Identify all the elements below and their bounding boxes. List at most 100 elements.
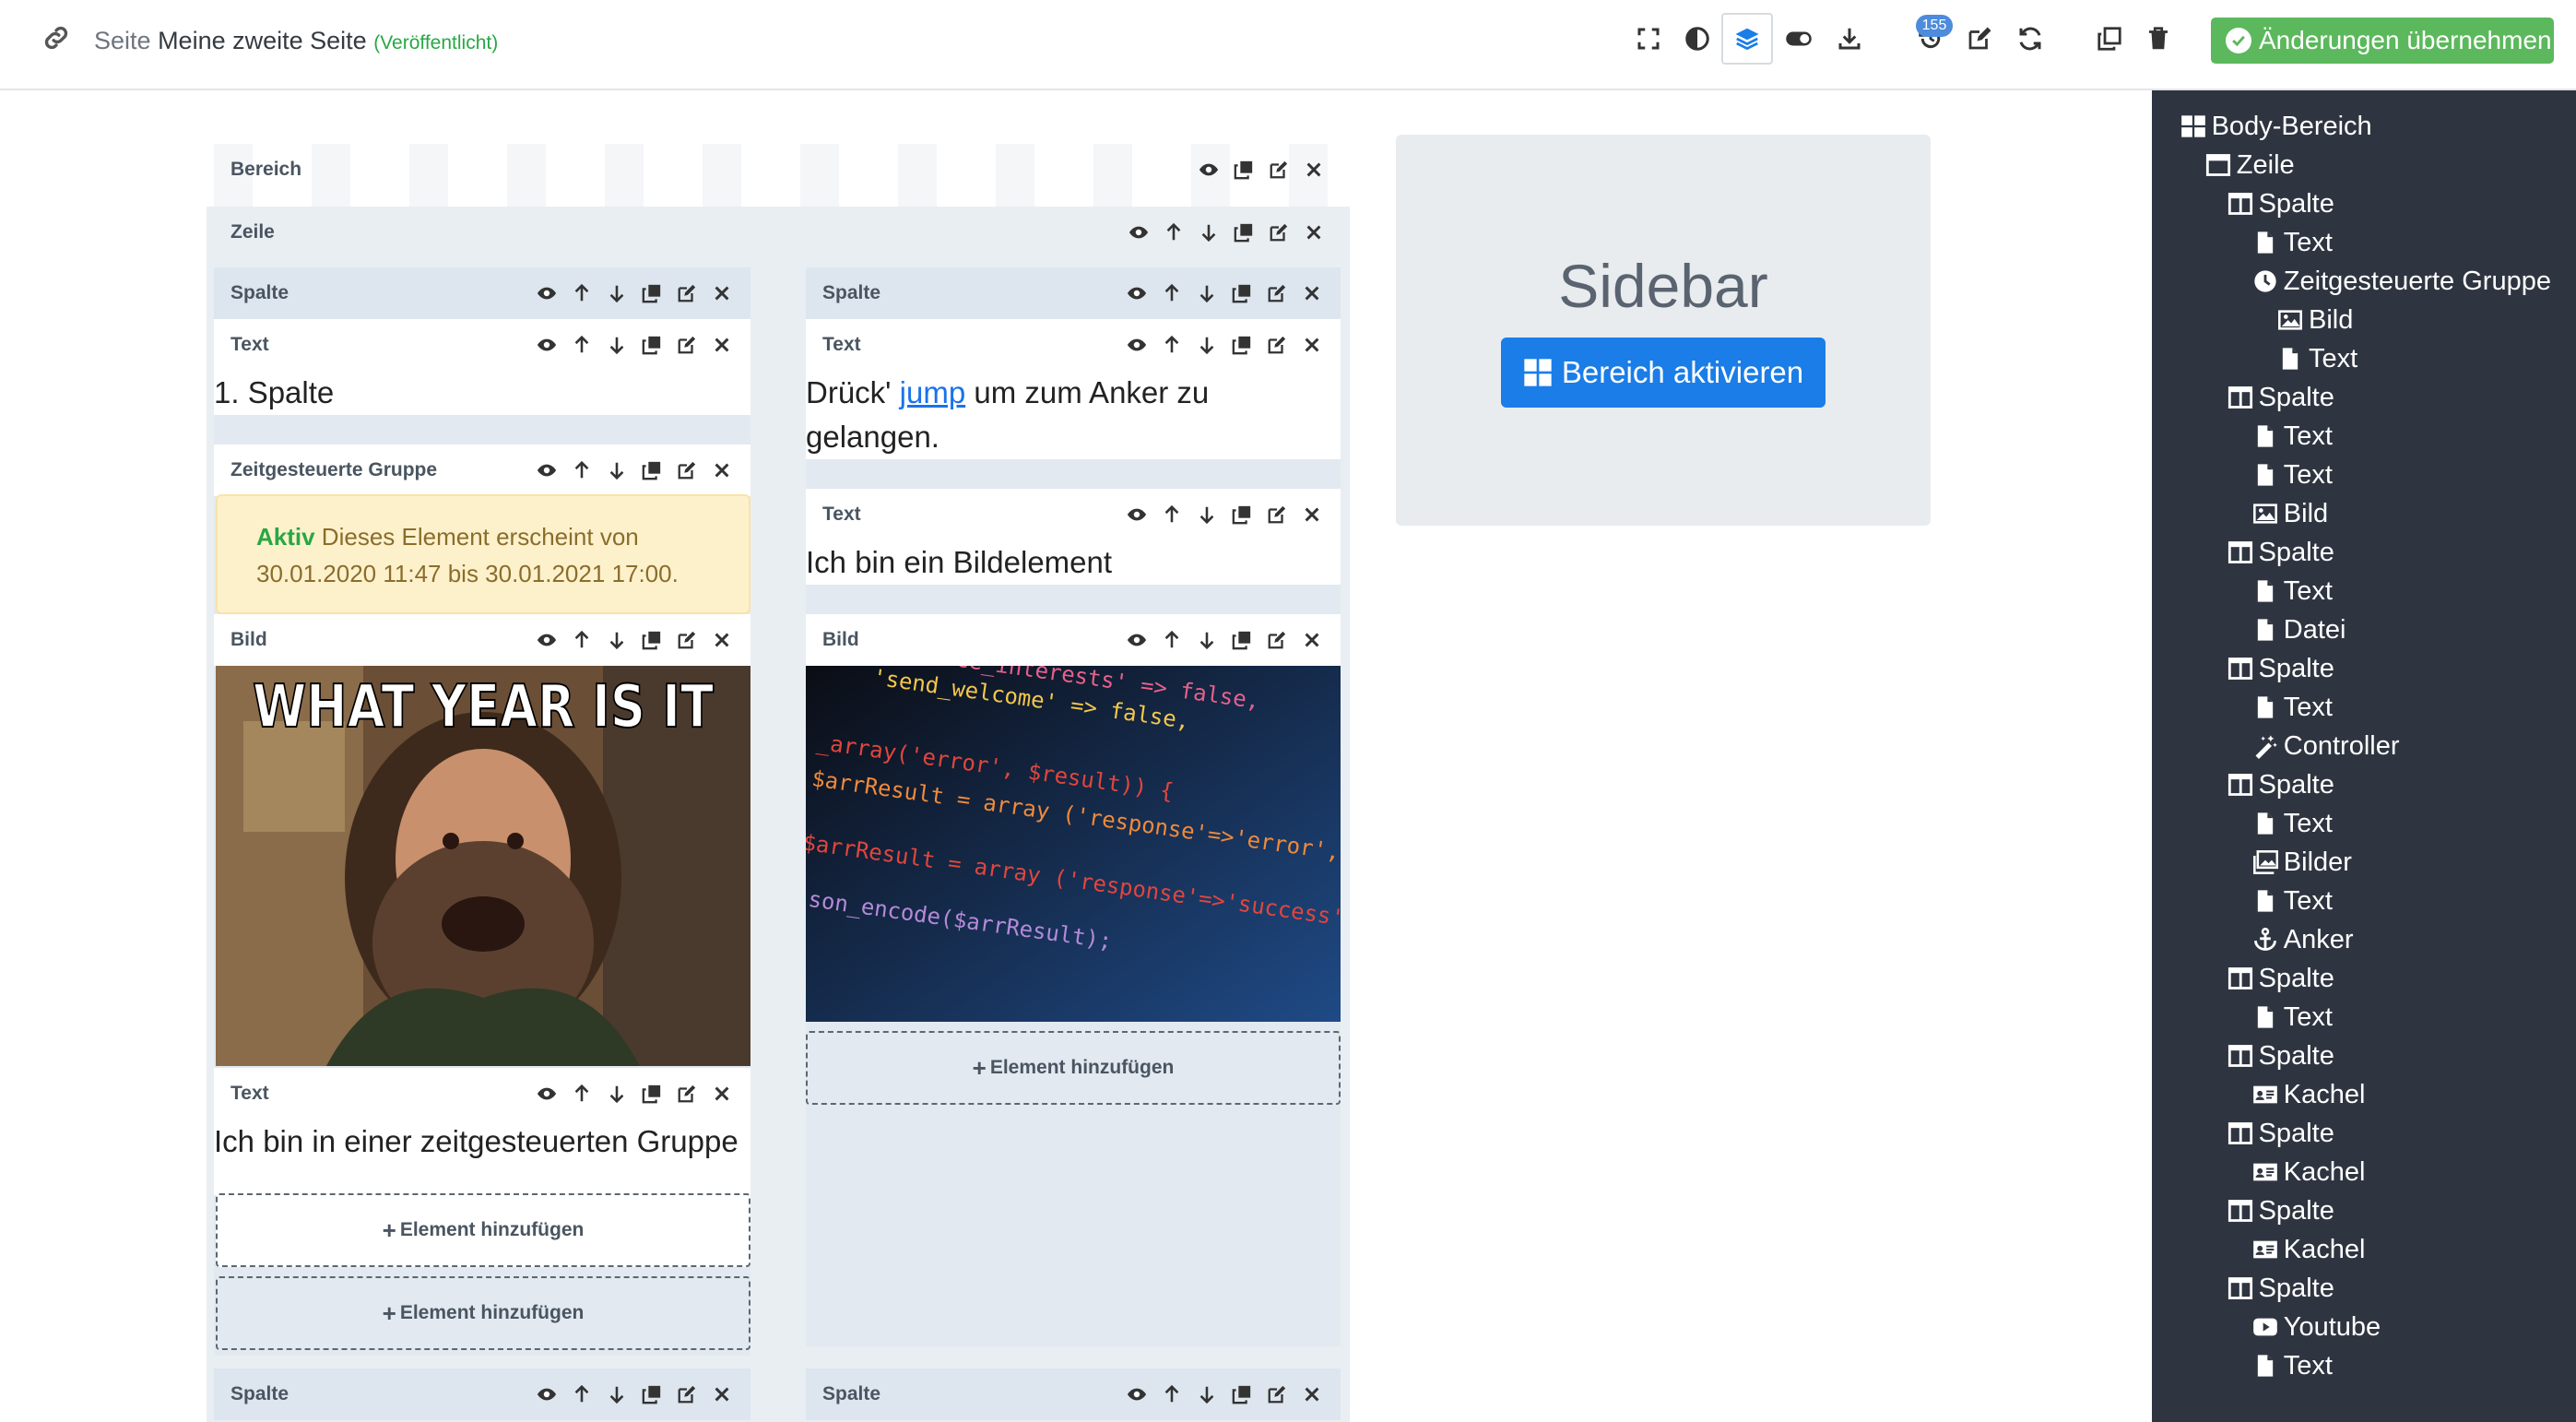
arrow-down-icon[interactable] [599, 614, 634, 666]
copy-icon[interactable] [1226, 144, 1261, 196]
jump-link[interactable]: jump [900, 375, 966, 409]
edit-icon[interactable] [1259, 614, 1294, 666]
tree-item-kachel[interactable]: Kachel [2252, 1230, 2365, 1269]
tree-item-text[interactable]: Text [2252, 572, 2333, 610]
tree-item-youtube[interactable]: Youtube [2252, 1308, 2381, 1346]
text-content[interactable]: Drück' jump um zum Anker zu gelangen. [806, 371, 1341, 459]
arrow-down-icon[interactable] [599, 1369, 634, 1420]
meme-image[interactable]: WHAT YEAR IS IT [216, 666, 750, 1066]
apply-changes-button[interactable]: Änderungen übernehmen [2211, 18, 2554, 64]
edit-icon[interactable] [1259, 1369, 1294, 1420]
tree-item-kachel[interactable]: Kachel [2252, 1075, 2365, 1114]
copy-icon[interactable] [634, 444, 669, 496]
close-icon[interactable] [704, 319, 739, 371]
arrow-up-icon[interactable] [1154, 1369, 1189, 1420]
arrow-down-icon[interactable] [1189, 267, 1224, 319]
refresh-icon[interactable] [2014, 22, 2047, 55]
copy-icon[interactable] [1224, 267, 1259, 319]
close-icon[interactable] [704, 1369, 739, 1420]
copy-icon[interactable] [1226, 207, 1261, 258]
eye-icon[interactable] [529, 267, 564, 319]
copy-icon[interactable] [634, 267, 669, 319]
copy-icon[interactable] [634, 1068, 669, 1120]
text-content[interactable]: 1. Spalte [214, 371, 750, 415]
eye-icon[interactable] [529, 444, 564, 496]
edit-icon[interactable] [669, 444, 704, 496]
tree-item-body-bereich[interactable]: Body-Bereich [2180, 107, 2372, 146]
tree-item-text[interactable]: Text [2252, 882, 2333, 920]
tree-item-text[interactable]: Text [2252, 417, 2333, 456]
eye-icon[interactable] [1119, 267, 1154, 319]
tree-item-text[interactable]: Text [2252, 223, 2333, 262]
arrow-down-icon[interactable] [599, 1068, 634, 1120]
eye-icon[interactable] [1191, 144, 1226, 196]
close-icon[interactable] [1296, 144, 1331, 196]
tree-item-spalte[interactable]: Spalte [2227, 184, 2334, 223]
copy-icon[interactable] [2093, 22, 2126, 55]
arrow-down-icon[interactable] [599, 319, 634, 371]
activate-area-button[interactable]: Bereich aktivieren [1501, 338, 1826, 408]
arrow-down-icon[interactable] [599, 267, 634, 319]
close-icon[interactable] [1294, 614, 1329, 666]
edit-icon[interactable] [669, 319, 704, 371]
eye-icon[interactable] [529, 1369, 564, 1420]
arrow-up-icon[interactable] [1154, 489, 1189, 540]
tree-item-text[interactable]: Text [2277, 339, 2357, 378]
eye-icon[interactable] [1119, 1369, 1154, 1420]
copy-icon[interactable] [1224, 319, 1259, 371]
eye-icon[interactable] [529, 1068, 564, 1120]
copy-icon[interactable] [634, 319, 669, 371]
eye-icon[interactable] [529, 614, 564, 666]
tree-item-kachel[interactable]: Kachel [2252, 1153, 2365, 1191]
tree-item-text[interactable]: Text [2252, 456, 2333, 494]
toggle-icon[interactable] [1782, 22, 1815, 55]
arrow-up-icon[interactable] [564, 267, 599, 319]
fullscreen-icon[interactable] [1632, 22, 1665, 55]
eye-icon[interactable] [1119, 319, 1154, 371]
arrow-down-icon[interactable] [1189, 319, 1224, 371]
arrow-up-icon[interactable] [1154, 319, 1189, 371]
tree-item-spalte[interactable]: Spalte [2227, 1037, 2334, 1075]
tree-item-spalte[interactable]: Spalte [2227, 533, 2334, 572]
arrow-down-icon[interactable] [1189, 1369, 1224, 1420]
close-icon[interactable] [1294, 319, 1329, 371]
text-content[interactable]: Ich bin in einer zeitgesteuerten Gruppe [214, 1120, 750, 1195]
copy-icon[interactable] [1224, 1369, 1259, 1420]
tree-item-spalte[interactable]: Spalte [2227, 1114, 2334, 1153]
edit-icon[interactable] [669, 614, 704, 666]
edit-icon[interactable] [1261, 207, 1296, 258]
trash-icon[interactable] [2142, 22, 2175, 55]
arrow-down-icon[interactable] [1191, 207, 1226, 258]
edit-icon[interactable] [1259, 319, 1294, 371]
add-element-button[interactable]: + Element hinzufügen [806, 1031, 1341, 1105]
tree-item-text[interactable]: Text [2252, 804, 2333, 843]
close-icon[interactable] [704, 1068, 739, 1120]
arrow-down-icon[interactable] [1189, 489, 1224, 540]
close-icon[interactable] [1294, 267, 1329, 319]
close-icon[interactable] [1294, 489, 1329, 540]
eye-icon[interactable] [1121, 207, 1156, 258]
close-icon[interactable] [704, 444, 739, 496]
eye-icon[interactable] [1119, 489, 1154, 540]
edit-icon[interactable] [669, 1068, 704, 1120]
tree-item-controller[interactable]: Controller [2252, 727, 2400, 765]
edit-icon[interactable] [669, 267, 704, 319]
tree-item-zeitgesteuerte-gruppe[interactable]: Zeitgesteuerte Gruppe [2252, 262, 2551, 301]
tree-item-spalte[interactable]: Spalte [2227, 649, 2334, 688]
arrow-up-icon[interactable] [1154, 267, 1189, 319]
add-element-button[interactable]: + Element hinzufügen [216, 1276, 750, 1350]
tree-item-text[interactable]: Text [2252, 998, 2333, 1037]
arrow-up-icon[interactable] [564, 1068, 599, 1120]
close-icon[interactable] [1296, 207, 1331, 258]
tree-item-spalte[interactable]: Spalte [2227, 1191, 2334, 1230]
arrow-up-icon[interactable] [564, 1369, 599, 1420]
tree-item-spalte[interactable]: Spalte [2227, 765, 2334, 804]
tree-item-datei[interactable]: Datei [2252, 610, 2346, 649]
edit-icon[interactable] [1259, 267, 1294, 319]
tree-item-anker[interactable]: Anker [2252, 920, 2354, 959]
tree-item-zeile[interactable]: Zeile [2205, 146, 2295, 184]
arrow-up-icon[interactable] [1156, 207, 1191, 258]
tree-item-text[interactable]: Text [2252, 688, 2333, 727]
tree-item-spalte[interactable]: Spalte [2227, 1269, 2334, 1308]
eye-icon[interactable] [529, 319, 564, 371]
